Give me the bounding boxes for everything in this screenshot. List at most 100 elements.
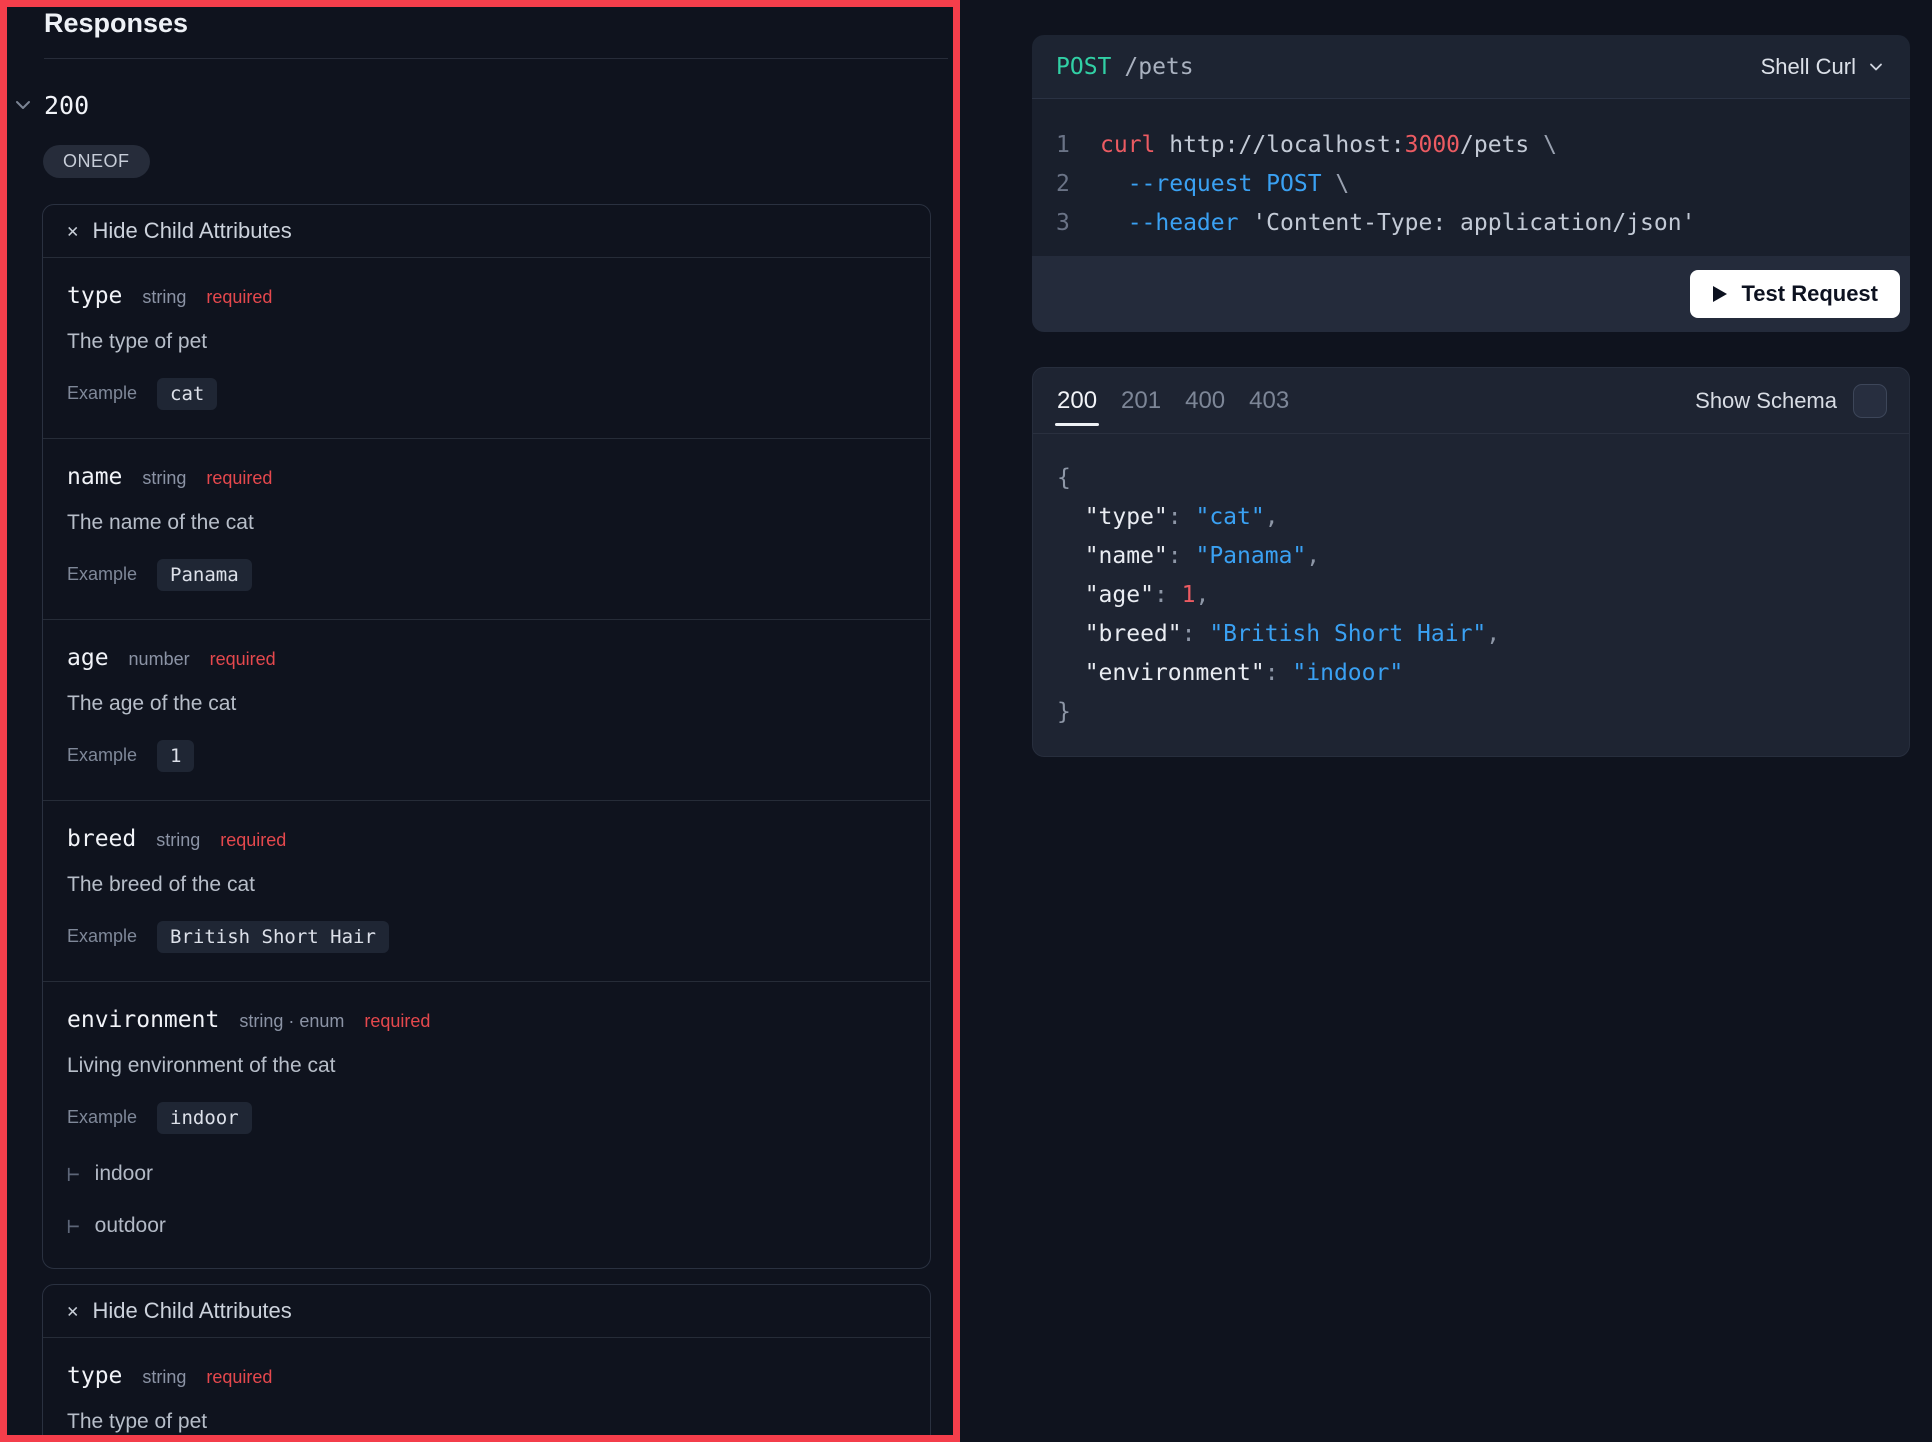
property-name-line: age number required bbox=[67, 645, 906, 675]
response-card-header: 200 201 400 403 Show Schema bbox=[1033, 368, 1909, 434]
http-method: POST bbox=[1056, 54, 1111, 80]
property-description: Living environment of the cat bbox=[67, 1053, 906, 1079]
json-token: "cat" bbox=[1195, 504, 1264, 530]
property-name: breed bbox=[67, 826, 136, 852]
property-row: namestringrequiredThe name of the catExa… bbox=[43, 439, 930, 620]
json-token: , bbox=[1486, 621, 1500, 647]
json-line: "age": 1, bbox=[1057, 575, 1885, 614]
property-row: breedstringrequiredThe breed of the catE… bbox=[43, 801, 930, 982]
property-name: age bbox=[67, 645, 109, 671]
json-token: "age" bbox=[1057, 582, 1154, 608]
example-label: Example bbox=[67, 564, 137, 585]
property-required-badge: required bbox=[210, 649, 276, 670]
property-name-line: breedstringrequired bbox=[67, 826, 906, 856]
code-line: 3 --header 'Content-Type: application/js… bbox=[1056, 203, 1890, 242]
request-example-card: POST /pets Shell Curl 1curl http://local… bbox=[1032, 35, 1910, 332]
test-request-button[interactable]: Test Request bbox=[1690, 270, 1900, 318]
json-line: "type": "cat", bbox=[1057, 497, 1885, 536]
json-line: "breed": "British Short Hair", bbox=[1057, 614, 1885, 653]
curl-code-block: 1curl http://localhost:3000/pets \2 --re… bbox=[1032, 99, 1910, 256]
enum-value-item: ⊢indoor bbox=[67, 1159, 906, 1189]
close-icon: ✕ bbox=[67, 222, 78, 241]
json-token: "type" bbox=[1057, 504, 1168, 530]
property-required-badge: required bbox=[206, 287, 272, 308]
example-label: Example bbox=[67, 745, 137, 766]
enum-marker-icon: ⊢ bbox=[67, 1162, 80, 1186]
status-tab-403[interactable]: 403 bbox=[1247, 368, 1291, 433]
json-token: "breed" bbox=[1057, 621, 1182, 647]
response-schemas: ✕ Hide Child Attributes type string required… bbox=[42, 204, 931, 1442]
enum-value-label: outdoor bbox=[95, 1214, 166, 1238]
property-type: string · enum bbox=[239, 1011, 344, 1032]
example-value-badge: Panama bbox=[157, 559, 252, 591]
property-name: type bbox=[67, 283, 122, 309]
responses-title: Responses bbox=[44, 2, 188, 44]
status-tab-200[interactable]: 200 bbox=[1055, 368, 1099, 433]
code-token: --request POST bbox=[1100, 171, 1322, 197]
endpoint: POST /pets bbox=[1056, 54, 1194, 80]
property-row: typestringrequiredThe type of pet bbox=[43, 1338, 930, 1442]
show-schema-checkbox[interactable] bbox=[1853, 384, 1887, 418]
example-value-badge: 1 bbox=[157, 740, 194, 772]
code-line: 1curl http://localhost:3000/pets \ bbox=[1056, 125, 1890, 164]
test-request-label: Test Request bbox=[1741, 281, 1878, 307]
show-schema-toggle[interactable]: Show Schema bbox=[1695, 368, 1887, 433]
property-type: string bbox=[142, 468, 186, 489]
property-name-line: typestringrequired bbox=[67, 283, 906, 313]
property-name: type bbox=[67, 1363, 122, 1389]
status-tab-201[interactable]: 201 bbox=[1119, 368, 1163, 433]
property-type: number bbox=[129, 649, 190, 670]
property-type: string bbox=[142, 1367, 186, 1388]
code-token: 'Content-Type: application/json' bbox=[1238, 210, 1695, 236]
property-example: Examplecat bbox=[67, 376, 906, 411]
response-example-card: 200 201 400 403 Show Schema { "type": "cat"… bbox=[1032, 367, 1910, 757]
property-required-badge: required bbox=[364, 1011, 430, 1032]
json-token: "name" bbox=[1057, 543, 1168, 569]
property-example: Example British Short Hair bbox=[67, 919, 906, 954]
schema-card: ✕Hide Child Attributestypestringrequired… bbox=[42, 204, 931, 1269]
example-label: Example bbox=[67, 1107, 137, 1128]
chevron-down-icon bbox=[11, 93, 35, 117]
property-example: Example 1 bbox=[67, 738, 906, 773]
play-icon bbox=[1712, 285, 1728, 303]
property-name-line: type string required bbox=[67, 1363, 906, 1393]
response-code: 200 bbox=[44, 91, 89, 120]
enum-value-item: ⊢ outdoor bbox=[67, 1211, 906, 1241]
json-token: : bbox=[1168, 543, 1196, 569]
hide-child-attributes-button[interactable]: ✕ Hide Child Attributes bbox=[43, 205, 930, 258]
example-value-badge: cat bbox=[157, 378, 217, 410]
property-description: The age of the cat bbox=[67, 691, 906, 717]
language-selector[interactable]: Shell Curl bbox=[1761, 54, 1886, 80]
json-line: "environment": "indoor" bbox=[1057, 653, 1885, 692]
code-token: curl bbox=[1100, 132, 1155, 158]
json-token: : bbox=[1154, 582, 1182, 608]
json-token: : bbox=[1168, 504, 1196, 530]
property-required-badge: required bbox=[206, 468, 272, 489]
close-icon: ✕ bbox=[67, 1302, 78, 1321]
line-number: 1 bbox=[1056, 132, 1082, 158]
example-value-badge: indoor bbox=[157, 1102, 252, 1134]
status-tab-400[interactable]: 400 bbox=[1183, 368, 1227, 433]
property-row: age number required The age of the cat Examp… bbox=[43, 620, 930, 801]
status-code-tabs: 200 201 400 403 bbox=[1055, 368, 1291, 433]
code-token: \ bbox=[1543, 132, 1557, 158]
json-line: } bbox=[1057, 692, 1885, 731]
request-card-header: POST /pets Shell Curl bbox=[1032, 35, 1910, 99]
property-required-badge: required bbox=[206, 1367, 272, 1388]
property-name-line: namestringrequired bbox=[67, 464, 906, 494]
json-token: , bbox=[1196, 582, 1210, 608]
endpoint-path: /pets bbox=[1124, 54, 1193, 80]
json-token: "Panama" bbox=[1195, 543, 1306, 569]
example-label: Example bbox=[67, 926, 137, 947]
oneof-badge: ONEOF bbox=[43, 145, 150, 178]
response-200-toggle[interactable]: 200 bbox=[11, 89, 89, 121]
response-json-block: { "type": "cat", "name": "Panama", "age"… bbox=[1033, 434, 1909, 731]
enum-marker-icon: ⊢ bbox=[67, 1214, 80, 1238]
property-type: string bbox=[156, 830, 200, 851]
hide-child-attributes-label: Hide Child Attributes bbox=[92, 218, 291, 244]
chevron-down-icon bbox=[1866, 57, 1886, 77]
hide-child-attributes-button[interactable]: ✕Hide Child Attributes bbox=[43, 1285, 930, 1338]
json-token: : bbox=[1182, 621, 1210, 647]
example-value-badge: British Short Hair bbox=[157, 921, 389, 953]
property-description: The breed of the cat bbox=[67, 872, 906, 898]
